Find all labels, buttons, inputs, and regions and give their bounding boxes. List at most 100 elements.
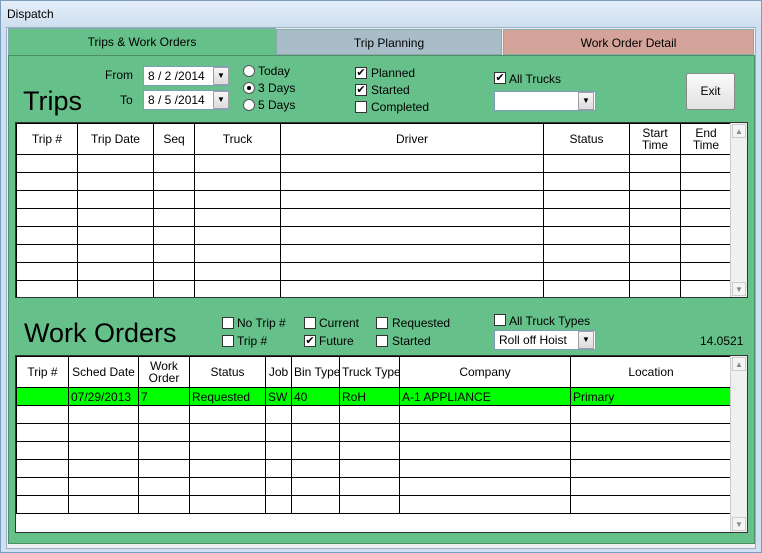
started-checkbox[interactable]: ✔ — [355, 84, 367, 96]
table-cell[interactable] — [194, 244, 281, 263]
requested-checkbox[interactable] — [376, 317, 388, 329]
table-cell[interactable] — [138, 495, 190, 514]
table-cell[interactable] — [189, 423, 266, 442]
wo-scrollbar[interactable]: ▲ ▼ — [730, 356, 747, 532]
table-cell[interactable] — [153, 208, 195, 227]
table-row[interactable] — [16, 262, 732, 281]
table-cell[interactable]: RoH — [339, 387, 400, 406]
wo-col-bin-type[interactable]: Bin Type — [291, 356, 340, 388]
table-cell[interactable] — [680, 226, 732, 245]
table-row[interactable] — [16, 172, 732, 191]
exit-button[interactable]: Exit — [686, 73, 735, 110]
table-cell[interactable] — [280, 172, 544, 191]
table-cell[interactable] — [543, 154, 630, 173]
table-cell[interactable] — [77, 226, 154, 245]
col-trip-number[interactable]: Trip # — [16, 123, 78, 155]
to-date-dropdown-icon[interactable]: ▼ — [213, 91, 229, 109]
table-cell[interactable]: 7 — [138, 387, 190, 406]
table-cell[interactable] — [629, 280, 681, 297]
table-cell[interactable] — [16, 459, 69, 478]
table-cell[interactable] — [153, 154, 195, 173]
future-checkbox[interactable]: ✔ — [304, 335, 316, 347]
table-cell[interactable] — [265, 477, 292, 496]
table-cell[interactable] — [399, 477, 571, 496]
table-cell[interactable] — [291, 423, 340, 442]
table-cell[interactable] — [68, 477, 139, 496]
table-cell[interactable]: 07/29/2013 — [68, 387, 139, 406]
table-cell[interactable]: A-1 APPLIANCE — [399, 387, 571, 406]
table-cell[interactable] — [68, 423, 139, 442]
table-cell[interactable] — [138, 459, 190, 478]
table-row[interactable] — [16, 495, 732, 514]
truck-select-dropdown-icon[interactable]: ▼ — [578, 92, 594, 110]
table-cell[interactable] — [138, 441, 190, 460]
table-cell[interactable] — [291, 441, 340, 460]
table-cell[interactable] — [339, 405, 400, 424]
col-seq[interactable]: Seq — [153, 123, 195, 155]
table-cell[interactable] — [399, 423, 571, 442]
planned-checkbox[interactable]: ✔ — [355, 67, 367, 79]
table-cell[interactable] — [77, 154, 154, 173]
table-cell[interactable] — [291, 459, 340, 478]
table-cell[interactable] — [16, 495, 69, 514]
table-cell[interactable]: 40 — [291, 387, 340, 406]
table-cell[interactable] — [543, 208, 630, 227]
table-cell[interactable] — [16, 423, 69, 442]
table-cell[interactable] — [291, 477, 340, 496]
table-cell[interactable]: SW — [265, 387, 292, 406]
table-cell[interactable] — [339, 459, 400, 478]
scroll-up-icon[interactable]: ▲ — [732, 124, 746, 138]
table-cell[interactable] — [16, 387, 69, 406]
table-cell[interactable] — [339, 441, 400, 460]
table-cell[interactable] — [153, 172, 195, 191]
table-cell[interactable] — [680, 154, 732, 173]
table-cell[interactable] — [16, 441, 69, 460]
table-cell[interactable] — [399, 495, 571, 514]
table-cell[interactable] — [543, 226, 630, 245]
table-cell[interactable] — [280, 190, 544, 209]
table-cell[interactable] — [570, 423, 732, 442]
table-cell[interactable] — [189, 495, 266, 514]
table-cell[interactable] — [680, 280, 732, 297]
table-cell[interactable] — [265, 423, 292, 442]
table-cell[interactable] — [194, 190, 281, 209]
wo-col-work-order[interactable]: Work Order — [138, 356, 190, 388]
table-cell[interactable] — [291, 495, 340, 514]
table-cell[interactable] — [153, 262, 195, 281]
all-trucks-checkbox[interactable]: ✔ — [494, 72, 506, 84]
wo-col-sched-date[interactable]: Sched Date — [68, 356, 139, 388]
col-trip-date[interactable]: Trip Date — [77, 123, 154, 155]
table-cell[interactable] — [68, 459, 139, 478]
table-cell[interactable] — [339, 423, 400, 442]
table-cell[interactable] — [77, 280, 154, 297]
table-cell[interactable] — [77, 208, 154, 227]
table-row[interactable] — [16, 405, 732, 424]
table-cell[interactable] — [138, 477, 190, 496]
table-row[interactable] — [16, 477, 732, 496]
table-cell[interactable] — [543, 190, 630, 209]
table-cell[interactable] — [629, 154, 681, 173]
radio-3-days[interactable] — [243, 82, 255, 94]
table-cell[interactable] — [16, 190, 78, 209]
table-row[interactable] — [16, 154, 732, 173]
table-cell[interactable] — [629, 262, 681, 281]
radio-today[interactable] — [243, 65, 255, 77]
table-cell[interactable] — [280, 280, 544, 297]
table-cell[interactable] — [16, 280, 78, 297]
wo-started-checkbox[interactable] — [376, 335, 388, 347]
tab-work-order-detail[interactable]: Work Order Detail — [503, 29, 754, 55]
table-cell[interactable] — [265, 405, 292, 424]
wo-col-company[interactable]: Company — [399, 356, 571, 388]
table-row[interactable] — [16, 423, 732, 442]
table-cell[interactable] — [189, 477, 266, 496]
col-end-time[interactable]: End Time — [680, 123, 732, 155]
table-cell[interactable] — [680, 208, 732, 227]
table-row[interactable] — [16, 226, 732, 245]
table-cell[interactable] — [16, 244, 78, 263]
table-cell[interactable] — [194, 154, 281, 173]
table-cell[interactable] — [543, 280, 630, 297]
table-cell[interactable] — [543, 244, 630, 263]
table-cell[interactable] — [680, 172, 732, 191]
table-cell[interactable] — [629, 190, 681, 209]
table-cell[interactable] — [138, 423, 190, 442]
